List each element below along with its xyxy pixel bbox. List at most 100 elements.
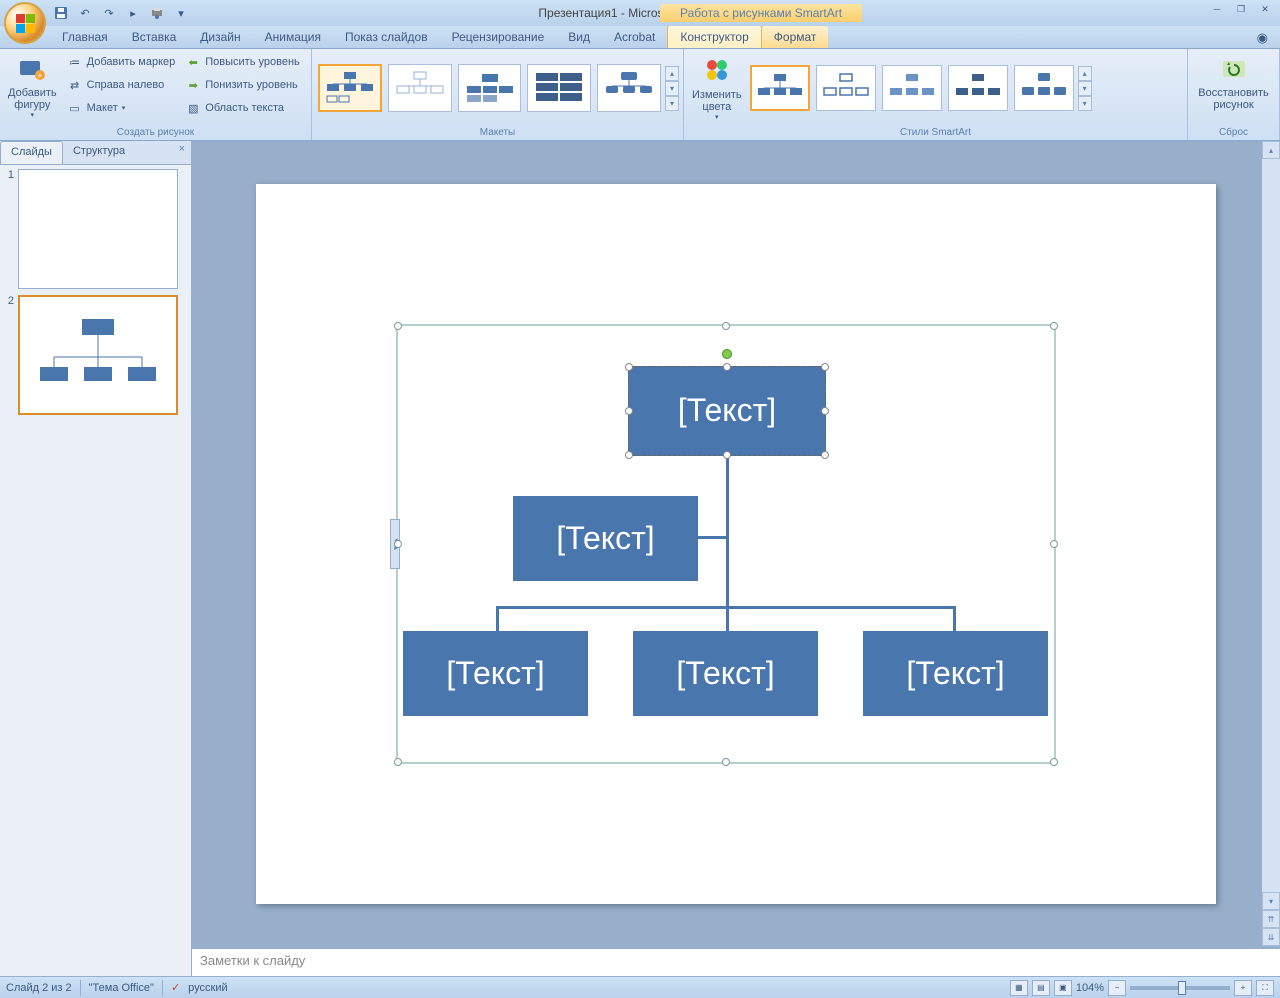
office-button[interactable] [4, 2, 46, 44]
rotate-handle-icon[interactable] [722, 349, 732, 359]
quick-access-toolbar: ↶ ↷ ▸ ▾ [52, 4, 190, 22]
layout-option-4[interactable] [527, 64, 591, 112]
spellcheck-icon[interactable]: ✓ [171, 981, 180, 994]
tab-view[interactable]: Вид [556, 26, 602, 48]
prev-slide-icon[interactable]: ⇈ [1262, 910, 1280, 928]
smartart-node-5[interactable]: [Текст] [863, 631, 1048, 716]
layout-option-3[interactable] [458, 64, 522, 112]
language-label[interactable]: русский [188, 982, 227, 994]
styles-more[interactable]: ▾ [1078, 96, 1092, 111]
scroll-down-icon[interactable]: ▾ [1262, 892, 1280, 910]
normal-view-button[interactable]: ▦ [1010, 980, 1028, 996]
tab-design[interactable]: Дизайн [188, 26, 252, 48]
styles-scroll-up[interactable]: ▴ [1078, 66, 1092, 81]
group-label-layouts: Макеты [316, 125, 679, 140]
reset-graphic-button[interactable]: Восстановить рисунок [1194, 51, 1272, 113]
redo-icon[interactable]: ↷ [100, 4, 118, 22]
notes-pane[interactable]: Заметки к слайду [192, 946, 1280, 976]
vertical-scrollbar[interactable]: ▴ ▾ ⇈ ⇊ [1262, 141, 1280, 946]
bullet-icon: ≔ [67, 54, 83, 70]
qat-dropdown-icon[interactable]: ▾ [172, 4, 190, 22]
close-button[interactable]: ✕ [1254, 2, 1276, 16]
layout-option-5[interactable] [597, 64, 661, 112]
style-option-3[interactable] [882, 65, 942, 111]
zoom-percent[interactable]: 104% [1076, 982, 1104, 994]
text-pane-icon: ▧ [185, 100, 201, 116]
layouts-more[interactable]: ▾ [665, 96, 679, 111]
thumb-number-1: 1 [2, 169, 14, 181]
dropdown-chevron-icon: ▾ [31, 111, 35, 119]
tab-animation[interactable]: Анимация [253, 26, 333, 48]
group-label-styles: Стили SmartArt [688, 125, 1183, 140]
svg-text:+: + [38, 71, 43, 80]
group-label-create: Создать рисунок [4, 125, 307, 140]
style-option-5[interactable] [1014, 65, 1074, 111]
slide-canvas[interactable]: ◂▸ [256, 184, 1216, 904]
tab-slideshow[interactable]: Показ слайдов [333, 26, 440, 48]
layout-option-2[interactable] [388, 64, 452, 112]
tab-constructor[interactable]: Конструктор [667, 25, 761, 48]
slide-thumbnail-1[interactable] [18, 169, 178, 289]
help-icon[interactable]: ◉ [1253, 28, 1272, 48]
scroll-up-icon[interactable]: ▴ [1262, 141, 1280, 159]
panel-tab-outline[interactable]: Структура [63, 141, 135, 164]
undo-icon[interactable]: ↶ [76, 4, 94, 22]
print-preview-icon[interactable] [148, 4, 166, 22]
panel-close-icon[interactable]: × [173, 141, 191, 164]
slideshow-icon[interactable]: ▸ [124, 4, 142, 22]
zoom-slider-thumb[interactable] [1178, 981, 1186, 995]
change-colors-button[interactable]: Изменить цвета ▾ [688, 53, 746, 123]
ribbon-tabs: Главная Вставка Дизайн Анимация Показ сл… [0, 26, 1280, 49]
thumb-number-2: 2 [2, 295, 14, 307]
smartart-node-2[interactable]: [Текст] [513, 496, 698, 581]
layouts-scroll-up[interactable]: ▴ [665, 66, 679, 81]
slide-thumbnail-2[interactable] [18, 295, 178, 415]
smartart-node-1[interactable]: [Текст] [628, 366, 826, 456]
style-option-4[interactable] [948, 65, 1008, 111]
workspace: Слайды Структура × 1 2 [0, 141, 1280, 976]
layout-dropdown[interactable]: ▭Макет▾ [63, 97, 180, 119]
fit-window-button[interactable]: ⛶ [1256, 980, 1274, 996]
demote-icon: ➡ [185, 77, 201, 93]
ribbon: + Добавить фигуру ▾ ≔Добавить маркер ⇄Сп… [0, 49, 1280, 141]
zoom-out-button[interactable]: − [1108, 980, 1126, 996]
smartart-frame[interactable]: ◂▸ [396, 324, 1056, 764]
slides-panel: Слайды Структура × 1 2 [0, 141, 192, 976]
rtl-button[interactable]: ⇄Справа налево [63, 74, 180, 96]
change-colors-icon [701, 55, 733, 87]
layout-option-1[interactable] [318, 64, 382, 112]
tab-review[interactable]: Рецензирование [440, 26, 557, 48]
add-bullet-button[interactable]: ≔Добавить маркер [63, 51, 180, 73]
titlebar: ↶ ↷ ▸ ▾ Презентация1 - Microsoft PowerPo… [0, 0, 1280, 26]
zoom-in-button[interactable]: + [1234, 980, 1252, 996]
main-editor: ◂▸ [192, 141, 1280, 976]
dropdown-chevron-icon: ▾ [715, 113, 719, 121]
group-label-reset: Сброс [1192, 125, 1275, 140]
sorter-view-button[interactable]: ▤ [1032, 980, 1050, 996]
text-pane-button[interactable]: ▧Область текста [181, 97, 304, 119]
theme-label: "Тема Office" [89, 982, 154, 994]
add-shape-button[interactable]: + Добавить фигуру ▾ [4, 51, 61, 121]
tab-acrobat[interactable]: Acrobat [602, 26, 667, 48]
style-option-1[interactable] [750, 65, 810, 111]
slideshow-view-button[interactable]: ▣ [1054, 980, 1072, 996]
smartart-node-4[interactable]: [Текст] [633, 631, 818, 716]
smartart-node-3[interactable]: [Текст] [403, 631, 588, 716]
statusbar: Слайд 2 из 2 "Тема Office" ✓ русский ▦ ▤… [0, 976, 1280, 998]
layouts-scroll-down[interactable]: ▾ [665, 81, 679, 96]
style-option-2[interactable] [816, 65, 876, 111]
rtl-icon: ⇄ [67, 77, 83, 93]
zoom-slider[interactable] [1130, 986, 1230, 990]
context-tools-title: Работа с рисунками SmartArt [660, 4, 862, 22]
minimize-button[interactable]: ─ [1206, 2, 1228, 16]
panel-tab-slides[interactable]: Слайды [0, 141, 63, 164]
save-icon[interactable] [52, 4, 70, 22]
tab-home[interactable]: Главная [50, 26, 120, 48]
styles-scroll-down[interactable]: ▾ [1078, 81, 1092, 96]
demote-button[interactable]: ➡Понизить уровень [181, 74, 304, 96]
promote-button[interactable]: ⬅Повысить уровень [181, 51, 304, 73]
restore-button[interactable]: ❐ [1230, 2, 1252, 16]
next-slide-icon[interactable]: ⇊ [1262, 928, 1280, 946]
tab-format[interactable]: Формат [762, 26, 829, 48]
tab-insert[interactable]: Вставка [120, 26, 189, 48]
